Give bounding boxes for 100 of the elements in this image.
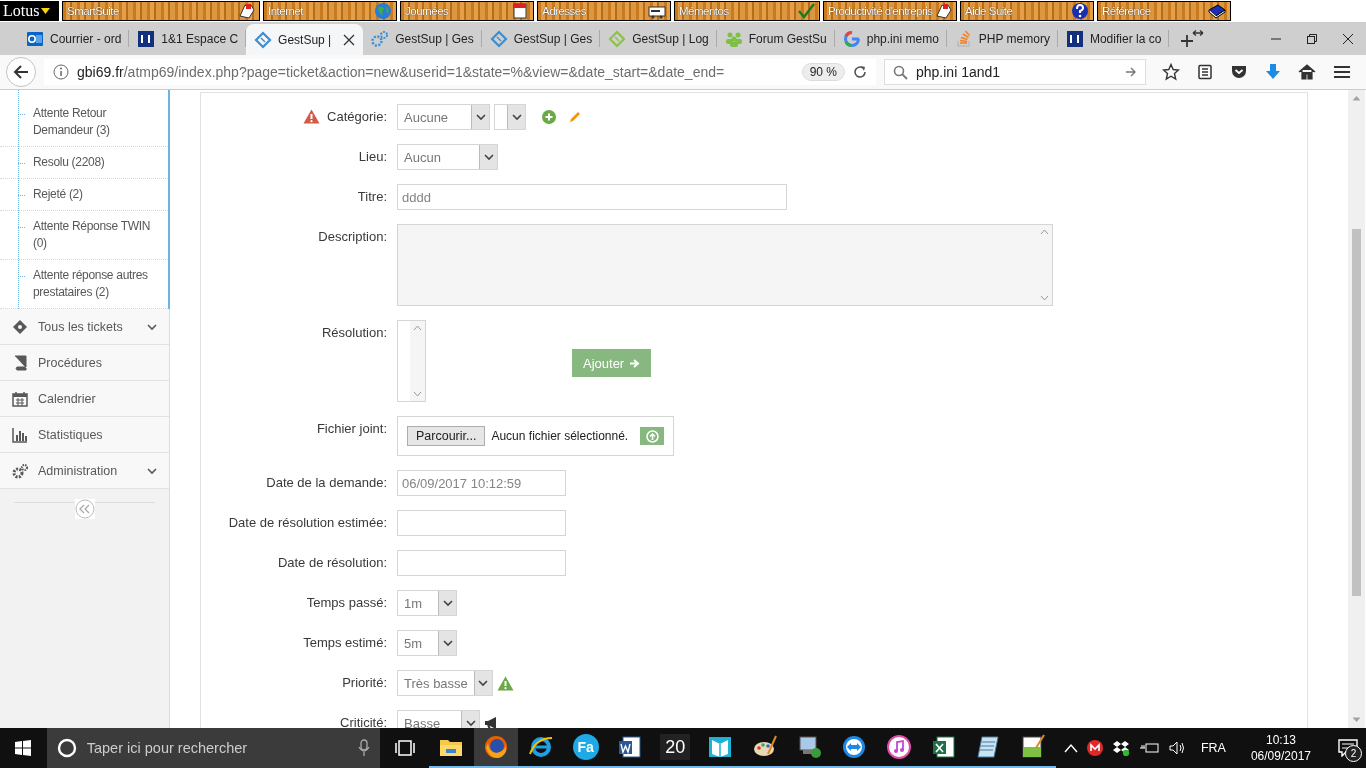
info-icon[interactable]	[53, 64, 69, 80]
help-icon	[1071, 2, 1089, 20]
dropdown[interactable]: Très basse	[397, 670, 493, 696]
globe-icon	[374, 2, 392, 20]
browser-tab[interactable]: GestSup | Ges	[481, 22, 601, 55]
address-bar[interactable]: gbi69.fr/atmp69/index.php?page=ticket&action=new&userid=1&state=%&view=&date_start=&date_end= 90 %	[44, 59, 876, 85]
field-label: Description:	[318, 229, 387, 244]
input-field[interactable]: 06/09/2017 10:12:59	[397, 470, 566, 496]
back-button[interactable]	[6, 57, 36, 87]
menu-item[interactable]: Statistiques	[0, 417, 169, 453]
menu-icon[interactable]	[1332, 63, 1352, 81]
scrollbar-thumb[interactable]	[1352, 229, 1361, 596]
reading-list-icon[interactable]	[1196, 63, 1214, 81]
star-icon[interactable]	[1162, 63, 1180, 81]
status-filter-item[interactable]: Rejeté (2)	[0, 179, 168, 211]
menu-item[interactable]: Tous les tickets	[0, 309, 169, 345]
dropdown[interactable]	[494, 104, 526, 130]
field-label: Résolution:	[321, 325, 387, 340]
browser-tab[interactable]: PHP memory	[946, 22, 1058, 55]
scroll-up-icon	[413, 325, 422, 331]
browser-tab[interactable]: Courrier - ord	[18, 22, 130, 55]
url-text[interactable]: gbi69.fr/atmp69/index.php?page=ticket&action=new&userid=1&state=%&view=&date_start=&date_end=	[77, 64, 794, 80]
language-indicator[interactable]: FRA	[1194, 741, 1232, 755]
book-icon	[1208, 2, 1226, 20]
dropdown[interactable]: Aucun	[397, 144, 498, 170]
field-label: Lieu:	[358, 149, 387, 164]
dropdown[interactable]: Aucune	[397, 104, 490, 130]
dropdown[interactable]: 1m	[397, 590, 457, 616]
computer-icon	[796, 734, 823, 760]
clock[interactable]: 10:13 06/09/2017	[1240, 733, 1321, 763]
browser-tab[interactable]: Modifier la co	[1057, 22, 1170, 55]
scrollbar[interactable]	[1348, 90, 1365, 728]
field-label: Date de la demande:	[266, 475, 387, 490]
browser-tab[interactable]: 1&1 Espace C	[129, 22, 247, 55]
music-icon	[886, 734, 913, 760]
book-icon	[707, 734, 733, 760]
browser-tab[interactable]: Forum GestSu	[716, 22, 835, 55]
hand-icon	[934, 2, 952, 20]
input-field[interactable]	[397, 510, 566, 536]
e-logo-icon	[527, 734, 554, 760]
browser-tab[interactable]: GestSup | Ges	[363, 22, 482, 55]
chevron-up-icon[interactable]	[1063, 743, 1078, 753]
add-icon[interactable]	[542, 110, 556, 124]
new-tab-icon[interactable]	[1179, 28, 1206, 49]
field-label: Priorité:	[342, 675, 387, 690]
notepad-icon	[975, 734, 1002, 760]
calendar-icon	[12, 390, 28, 407]
mail-icon	[26, 29, 44, 48]
circle-icon	[56, 738, 77, 758]
google-icon	[842, 29, 861, 48]
shield-m-icon[interactable]	[1086, 740, 1103, 756]
dropbox-icon[interactable]	[1111, 740, 1130, 756]
search-field[interactable]: php.ini 1and1	[884, 59, 1146, 85]
zoom-indicator[interactable]: 90 %	[801, 63, 845, 81]
ticket-icon	[608, 29, 627, 48]
close-icon[interactable]	[1342, 32, 1354, 45]
close-icon[interactable]	[343, 33, 356, 46]
field-label: Fichier joint:	[316, 421, 387, 436]
menu-item[interactable]: Administration	[0, 453, 169, 489]
pocket-icon[interactable]	[1230, 63, 1248, 81]
battery-plug-icon[interactable]	[1138, 741, 1159, 755]
microphone-icon[interactable]	[358, 739, 371, 757]
taskbar-app[interactable]	[473, 728, 519, 768]
restore-icon[interactable]	[1306, 32, 1318, 45]
ticket-icon	[489, 29, 508, 48]
browser-tab[interactable]: GestSup |	[246, 24, 364, 55]
task-view-icon[interactable]	[393, 740, 416, 756]
status-filter-item[interactable]: Resolu (2208)	[0, 147, 168, 179]
globe-fox-icon	[483, 734, 510, 760]
remote-icon	[841, 734, 868, 760]
home-icon[interactable]	[1298, 63, 1316, 81]
notification-center-button[interactable]: 2	[1330, 728, 1366, 768]
input-field[interactable]	[397, 550, 566, 576]
stack-icon	[954, 29, 973, 48]
browser-tab[interactable]: GestSup | Log	[600, 22, 717, 55]
browse-button[interactable]: Parcourir...	[407, 426, 486, 446]
scroll-up-icon	[1352, 95, 1361, 101]
menu-item[interactable]: Calendrier	[0, 381, 169, 417]
search-icon	[893, 64, 908, 80]
browser-tab[interactable]: php.ini memo	[834, 22, 947, 55]
caret-icon	[41, 8, 51, 14]
status-filter-item[interactable]: Attente Réponse TWIN (0)	[0, 211, 168, 260]
windows-logo-icon[interactable]	[15, 740, 32, 756]
taskbar-search-field[interactable]: Taper ici pour rechercher	[46, 728, 381, 768]
field-label: Date de résolution estimée:	[228, 515, 387, 530]
volume-icon[interactable]	[1167, 740, 1186, 756]
download-icon[interactable]	[1264, 63, 1282, 81]
menu-item[interactable]: Procédures	[0, 345, 169, 381]
warning-icon	[303, 109, 320, 124]
field-label: Date de résolution:	[277, 555, 387, 570]
scroll-down-icon	[413, 391, 422, 397]
dropdown[interactable]: 5m	[397, 630, 457, 656]
square-logo-icon	[1065, 29, 1084, 48]
reload-icon[interactable]	[853, 65, 867, 79]
status-filter-item[interactable]: Attente Retour Demandeur (3)	[0, 98, 168, 147]
taskbar-app[interactable]: 20	[652, 728, 698, 768]
dropdown[interactable]: Basse	[397, 710, 480, 728]
go-arrow-icon[interactable]	[1125, 66, 1137, 78]
input-field[interactable]: dddd	[397, 184, 787, 210]
check-icon	[797, 2, 815, 20]
